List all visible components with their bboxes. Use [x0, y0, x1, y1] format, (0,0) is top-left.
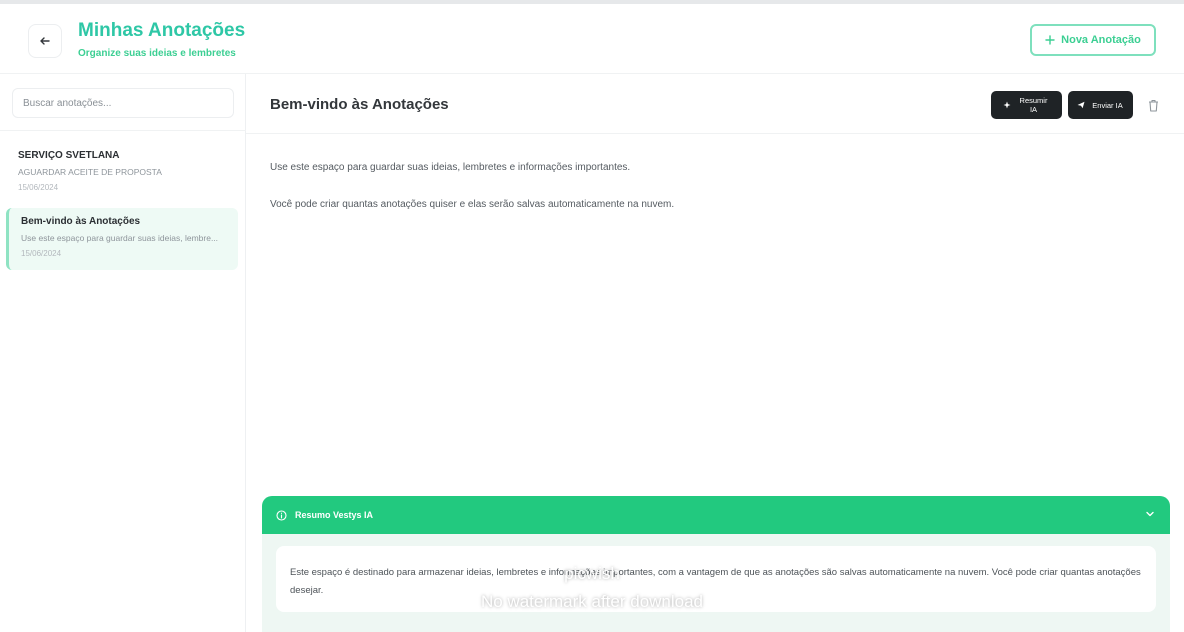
arrow-left-icon: [40, 37, 50, 45]
plus-icon: [1045, 35, 1055, 45]
note-title: Bem-vindo às Anotações: [21, 216, 141, 227]
app-header: Minhas Anotações Organize suas ideias e …: [0, 4, 1184, 74]
trash-icon: [1148, 99, 1158, 112]
new-note-label: Nova Anotação: [1061, 34, 1141, 46]
search-box: [12, 88, 234, 118]
ai-summary-text: Este espaço é destinado para armazenar i…: [276, 546, 1156, 612]
notes-sidebar: SERVIÇO SVETLANA AGUARDAR ACEITE DE PROP…: [0, 74, 246, 632]
note-list-item[interactable]: SERVIÇO SVETLANA AGUARDAR ACEITE DE PROP…: [6, 142, 238, 204]
note-list-item-active[interactable]: Bem-vindo às Anotações Use este espaço p…: [6, 208, 238, 270]
ai-summary-title: Resumo Vestys IA: [295, 510, 374, 520]
note-date: 15/06/2024: [21, 249, 62, 258]
page-title: Minhas Anotações: [78, 20, 246, 41]
send-ai-button[interactable]: Enviar IA: [1068, 91, 1133, 119]
back-button[interactable]: [28, 24, 62, 58]
sidebar-divider: [0, 130, 246, 131]
send-icon: [1077, 101, 1084, 109]
note-preview: AGUARDAR ACEITE DE PROPOSTA: [18, 167, 162, 177]
note-paragraph: Você pode criar quantas anotações quiser…: [270, 199, 675, 210]
note-heading[interactable]: Bem-vindo às Anotações: [270, 96, 449, 113]
delete-note-button[interactable]: [1142, 92, 1164, 118]
note-editor: Bem-vindo às Anotações Resumir IA Enviar…: [246, 74, 1184, 632]
summarize-ai-label: Resumir IA: [1019, 96, 1048, 114]
note-paragraph: Use este espaço para guardar suas ideias…: [270, 162, 631, 173]
ai-summary-header[interactable]: Resumo Vestys IA: [262, 496, 1170, 534]
sparkle-icon: [1003, 101, 1010, 109]
summarize-ai-button[interactable]: Resumir IA: [991, 91, 1062, 119]
send-ai-label: Enviar IA: [1092, 100, 1123, 110]
info-circle-icon: [276, 509, 287, 521]
search-input[interactable]: [13, 89, 233, 117]
page-subtitle: Organize suas ideias e lembretes: [78, 48, 236, 59]
chevron-down-icon[interactable]: [1144, 508, 1156, 520]
note-title: SERVIÇO SVETLANA: [18, 150, 120, 161]
note-preview: Use este espaço para guardar suas ideias…: [21, 233, 219, 243]
note-date: 15/06/2024: [18, 183, 59, 192]
new-note-button[interactable]: Nova Anotação: [1030, 24, 1156, 56]
note-body[interactable]: Use este espaço para guardar suas ideias…: [270, 162, 1150, 236]
ai-summary-panel: Resumo Vestys IA Este espaço é destinado…: [262, 496, 1170, 632]
editor-header: Bem-vindo às Anotações Resumir IA Enviar…: [246, 74, 1184, 134]
